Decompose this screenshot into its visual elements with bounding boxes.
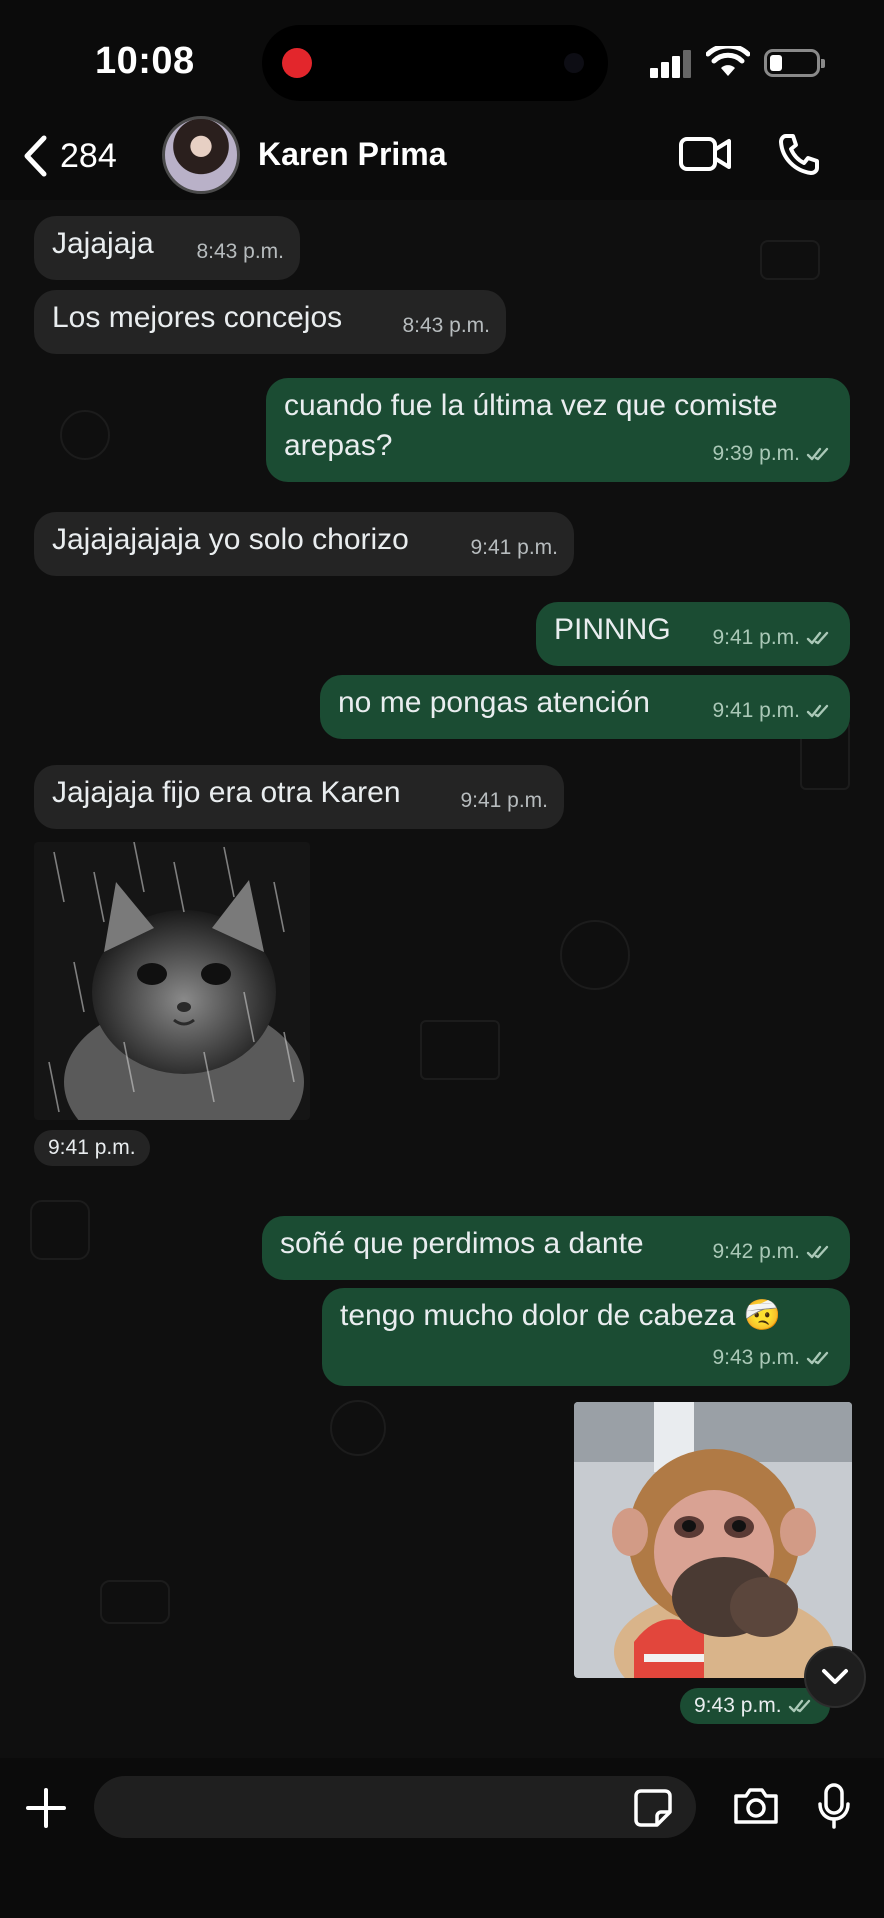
message-text: tengo mucho dolor de cabeza 🤕 — [340, 1299, 781, 1332]
message-time: 8:43 p.m. — [402, 314, 490, 337]
read-receipt-icon — [806, 1351, 829, 1365]
read-receipt-icon — [806, 631, 829, 645]
sticker-sad-cat[interactable] — [34, 842, 310, 1120]
message-bubble-outgoing[interactable]: soñé que perdimos a dante 9:42 p.m. — [262, 1216, 850, 1280]
unread-count: 284 — [60, 136, 117, 175]
message-time: 8:43 p.m. — [196, 240, 284, 263]
message-bubble-outgoing[interactable]: tengo mucho dolor de cabeza 🤕 9:43 p.m. — [322, 1288, 850, 1386]
message-bubble-incoming[interactable]: Jajajaja 8:43 p.m. — [34, 216, 300, 280]
sticker-icon — [634, 1789, 672, 1827]
message-text: Jajajaja — [52, 227, 154, 260]
sad-cat-image — [34, 842, 310, 1120]
wallpaper-doodle — [60, 410, 110, 460]
message-time: 9:42 p.m. — [712, 1240, 800, 1263]
message-time: 9:41 p.m. — [48, 1136, 136, 1159]
wallpaper-doodle — [100, 1580, 170, 1624]
message-bubble-outgoing[interactable]: cuando fue la última vez que comiste are… — [266, 378, 850, 482]
video-call-button[interactable] — [678, 134, 732, 179]
recording-indicator — [282, 48, 312, 78]
message-time: 9:43 p.m. — [694, 1694, 782, 1717]
microphone-icon — [818, 1783, 850, 1829]
chevron-left-icon — [24, 135, 47, 177]
message-text: Los mejores concejos — [52, 301, 343, 334]
wallpaper-doodle — [30, 1200, 90, 1260]
message-input[interactable] — [94, 1776, 696, 1838]
avatar[interactable] — [162, 116, 240, 194]
sticker-time-pill: 9:43 p.m. — [680, 1688, 830, 1724]
chat-area[interactable]: Jajajaja 8:43 p.m. Los mejores concejos … — [0, 200, 884, 1758]
sticker-monkey[interactable] — [574, 1402, 852, 1678]
voice-call-button[interactable] — [777, 132, 821, 181]
attach-button[interactable] — [26, 1788, 66, 1833]
message-time: 9:41 p.m. — [712, 699, 800, 722]
message-time: 9:43 p.m. — [712, 1346, 800, 1369]
chat-header: 284 Karen Prima — [0, 112, 884, 200]
wallpaper-doodle — [560, 920, 630, 990]
back-button[interactable]: 284 — [22, 132, 117, 180]
message-time: 9:41 p.m. — [470, 536, 558, 559]
status-bar: 10:08 — [0, 0, 884, 120]
message-time: 9:41 p.m. — [460, 789, 548, 812]
wifi-icon — [706, 46, 750, 76]
message-text: PINNNG — [554, 613, 671, 646]
read-receipt-icon — [806, 1245, 829, 1259]
microphone-button[interactable] — [816, 1782, 852, 1835]
monkey-image — [574, 1402, 852, 1678]
plus-icon — [26, 1788, 66, 1828]
message-time: 9:39 p.m. — [712, 442, 800, 465]
camera-button[interactable] — [732, 1786, 780, 1831]
read-receipt-icon — [806, 447, 829, 461]
dynamic-island — [262, 25, 608, 101]
read-receipt-icon — [806, 704, 829, 718]
chevron-down-icon — [822, 1669, 848, 1684]
message-text: Jajajaja fijo era otra Karen — [52, 776, 401, 809]
message-bubble-incoming[interactable]: Jajajajajaja yo solo chorizo 9:41 p.m. — [34, 512, 574, 576]
message-bubble-incoming[interactable]: Los mejores concejos 8:43 p.m. — [34, 290, 506, 354]
composer-bar — [0, 1758, 884, 1918]
scroll-to-bottom-button[interactable] — [804, 1646, 866, 1708]
sticker-button[interactable] — [633, 1788, 673, 1833]
message-time: 9:41 p.m. — [712, 626, 800, 649]
read-receipt-icon — [788, 1699, 810, 1713]
sticker-time-pill: 9:41 p.m. — [34, 1130, 150, 1166]
message-text: cuando fue la última vez que comiste are… — [284, 389, 786, 462]
message-bubble-outgoing[interactable]: PINNNG 9:41 p.m. — [536, 602, 850, 666]
wallpaper-doodle — [760, 240, 820, 280]
message-text: no me pongas atención — [338, 686, 650, 719]
message-text: soñé que perdimos a dante — [280, 1227, 644, 1260]
front-camera — [564, 53, 584, 73]
status-time: 10:08 — [95, 40, 195, 82]
message-bubble-outgoing[interactable]: no me pongas atención 9:41 p.m. — [320, 675, 850, 739]
camera-icon — [734, 1788, 778, 1824]
message-bubble-incoming[interactable]: Jajajaja fijo era otra Karen 9:41 p.m. — [34, 765, 564, 829]
battery-low-icon — [764, 49, 825, 77]
message-text: Jajajajajaja yo solo chorizo — [52, 523, 409, 556]
cellular-signal-icon — [650, 50, 692, 78]
phone-icon — [779, 134, 819, 175]
wallpaper-doodle — [330, 1400, 386, 1456]
video-camera-icon — [679, 137, 731, 171]
contact-name[interactable]: Karen Prima — [258, 136, 447, 173]
wallpaper-doodle — [420, 1020, 500, 1080]
